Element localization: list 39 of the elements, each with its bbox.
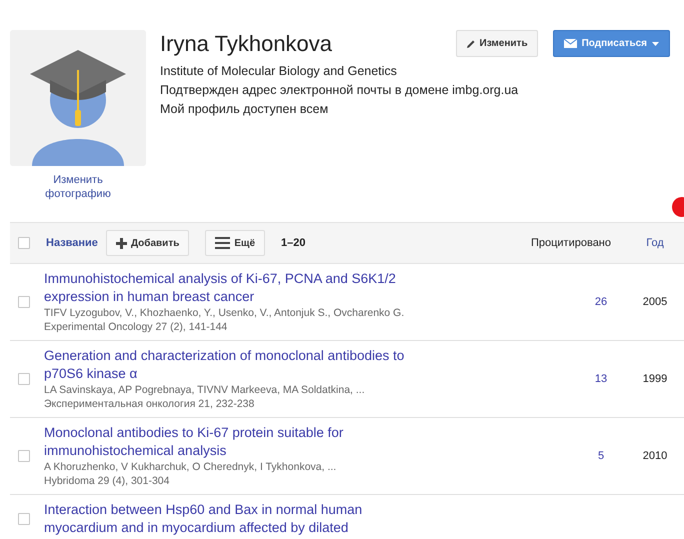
menu-icon bbox=[215, 237, 230, 249]
edit-button[interactable]: Изменить bbox=[456, 30, 538, 57]
affiliation-text: Institute of Molecular Biology and Genetics bbox=[160, 63, 397, 80]
profile-name: Iryna Tykhonkova bbox=[160, 30, 334, 58]
article-title-link[interactable]: Monoclonal antibodies to Ki-67 protein suitable for immunohistochemical analysis bbox=[44, 424, 432, 460]
article-source: Экспериментальная онкология 21, 232-238 bbox=[44, 397, 256, 411]
article-title-link[interactable]: Generation and characterization of monoclonal antibodies to p70S6 kinase α bbox=[44, 347, 432, 383]
article-title-link[interactable]: Immunohistochemical analysis of Ki-67, PCNA and S6K1/2 expression in human breast cancer bbox=[44, 270, 432, 306]
year-cell-text: 2005 bbox=[642, 294, 668, 310]
plus-icon bbox=[116, 238, 127, 248]
caret-icon bbox=[652, 42, 659, 46]
article-source: Hybridoma 29 (4), 301-304 bbox=[44, 474, 170, 488]
year-header[interactable]: Год bbox=[626, 234, 684, 252]
row-checkbox[interactable] bbox=[18, 373, 30, 385]
follow-button[interactable]: Подписаться bbox=[552, 30, 670, 57]
article-authors: A Khoruzhenko, V Kukharchuk, O Cherednyk, I Tykhonkova, ... bbox=[44, 460, 338, 474]
title-sort-link[interactable]: Название bbox=[46, 234, 98, 252]
article-source: Experimental Oncology 27 (2), 141-144 bbox=[44, 320, 228, 334]
row-checkbox[interactable] bbox=[18, 513, 30, 525]
article-authors: TIFV Lyzogubov, V., Khozhaenko, Y., Usenko, V., Antonjuk S., Ovcharenko G. bbox=[44, 306, 406, 320]
citation-count-link[interactable]: 5 bbox=[576, 448, 626, 464]
more-button[interactable]: Ещё bbox=[205, 230, 266, 256]
year-cell-text: 1999 bbox=[642, 372, 668, 387]
article-title-link[interactable]: Interaction between Hsp60 and Bax in normal human myocardium and in myocardium affected by dilated bbox=[44, 501, 432, 537]
email-verification-text: Подтвержден адрес электронной почты в домене imbg.org.ua bbox=[160, 82, 518, 99]
pencil-icon bbox=[466, 38, 476, 48]
select-all-checkbox[interactable] bbox=[18, 237, 30, 249]
add-button[interactable]: Добавить bbox=[106, 230, 190, 256]
citation-count-link[interactable]: 13 bbox=[576, 370, 626, 388]
row-checkbox[interactable] bbox=[18, 296, 30, 308]
year-cell-text: 2010 bbox=[642, 448, 668, 464]
row-checkbox[interactable] bbox=[18, 450, 30, 462]
article-authors: LA Savinskaya, AP Pogrebnaya, TIVNV Markeeva, MA Soldatkina, ... bbox=[44, 383, 366, 397]
cited-by-header[interactable]: Процитировано bbox=[516, 234, 626, 252]
visibility-text: Мой профиль доступен всем bbox=[160, 101, 328, 118]
citation-count-link[interactable]: 26 bbox=[576, 294, 626, 310]
change-photo-link[interactable]: Изменить фотографию bbox=[33, 173, 123, 201]
envelope-icon bbox=[564, 39, 577, 48]
result-range: 1–20 bbox=[281, 236, 306, 251]
